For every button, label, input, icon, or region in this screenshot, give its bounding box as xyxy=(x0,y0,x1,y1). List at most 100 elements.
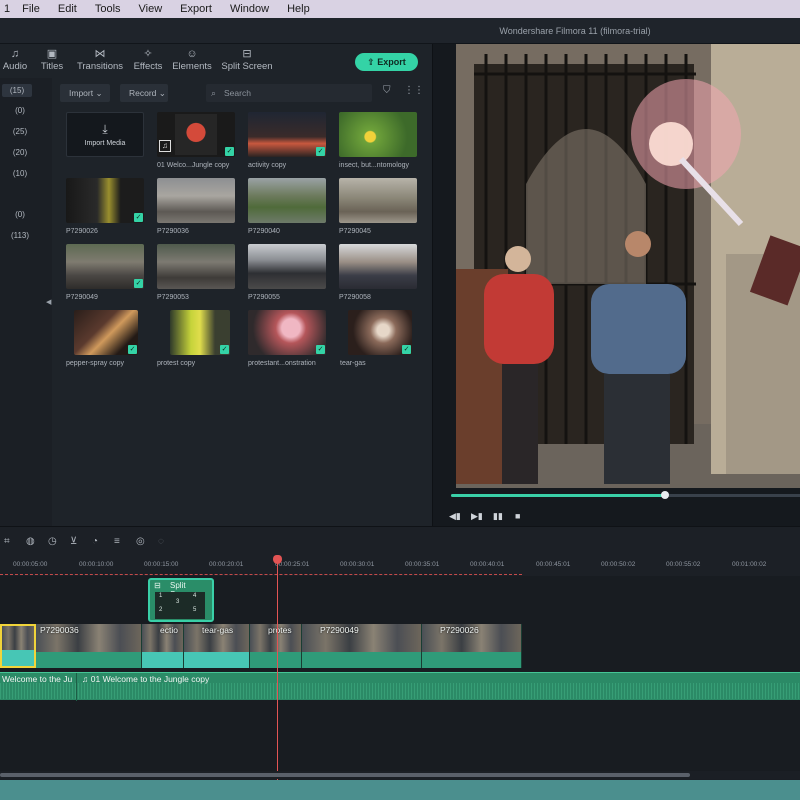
export-button[interactable]: ⇪ Export xyxy=(355,53,418,71)
category-item[interactable]: (20) xyxy=(0,148,40,157)
video-preview[interactable] xyxy=(456,44,800,488)
media-item[interactable]: ✓ protestant...onstration xyxy=(248,310,328,372)
media-item[interactable]: P7290055 xyxy=(248,244,328,306)
media-thumbnail[interactable] xyxy=(248,244,326,289)
media-item[interactable]: P7290036 xyxy=(157,178,237,240)
media-thumbnail[interactable] xyxy=(248,178,326,223)
clip-band xyxy=(250,652,301,668)
menu-item-app[interactable]: 1 xyxy=(4,3,10,15)
playhead-handle[interactable] xyxy=(273,555,282,564)
video-clip[interactable] xyxy=(0,624,36,668)
tab-elements-label: Elements xyxy=(172,61,212,72)
video-clip[interactable]: P7290049 xyxy=(302,624,422,668)
tab-transitions[interactable]: ⋈ Transitions xyxy=(76,47,124,72)
media-thumbnail[interactable] xyxy=(157,244,235,289)
crop-icon[interactable]: ⌗ xyxy=(4,536,10,547)
timeline-horizontal-scrollbar[interactable] xyxy=(0,771,800,779)
pause-icon[interactable]: ▮▮ xyxy=(493,511,503,522)
import-media-tile[interactable]: ⤓ Import Media xyxy=(66,112,146,174)
menu-item-export[interactable]: Export xyxy=(180,3,212,15)
media-item[interactable]: P7290045 xyxy=(339,178,419,240)
menu-item-file[interactable]: File xyxy=(22,3,40,15)
category-item[interactable]: (113) xyxy=(0,231,40,240)
category-item[interactable]: (0) xyxy=(0,210,40,219)
progress-knob[interactable] xyxy=(660,491,669,499)
green-screen-icon[interactable]: ⊻ xyxy=(70,536,77,547)
media-thumbnail[interactable] xyxy=(339,244,417,289)
filter-icon[interactable]: ⛉ xyxy=(383,85,391,96)
speed-icon[interactable]: ◷ xyxy=(48,536,57,547)
media-item[interactable]: ✓ activity copy xyxy=(248,112,328,174)
collapse-sidebar-icon[interactable]: ◀ xyxy=(46,298,51,306)
media-thumbnail[interactable]: ✓ xyxy=(348,310,412,355)
grid-view-icon[interactable]: ⋮⋮ xyxy=(404,85,424,96)
audio-track[interactable]: Welcome to the Ju ♫ 01 Welcome to the Ju… xyxy=(0,672,800,701)
color-icon[interactable]: ◍ xyxy=(26,536,35,547)
media-item[interactable]: ♫ ✓ 01 Welco...Jungle copy xyxy=(157,112,237,174)
video-clip[interactable]: P7290026 xyxy=(422,624,522,668)
split-screen-icon: ⊟ xyxy=(154,581,161,590)
menu-item-edit[interactable]: Edit xyxy=(58,3,77,15)
search-input[interactable]: ⌕ Search xyxy=(206,84,372,102)
playhead-line[interactable] xyxy=(277,556,278,780)
media-item[interactable]: ✓ protest copy xyxy=(157,310,250,372)
media-item[interactable]: P7290053 xyxy=(157,244,237,306)
category-item[interactable]: (15) xyxy=(2,84,32,97)
media-item[interactable]: ✓ tear-gas xyxy=(340,310,428,372)
step-back-icon[interactable]: ◀▮ xyxy=(449,511,461,522)
category-item[interactable]: (10) xyxy=(0,169,40,178)
album-art xyxy=(175,114,217,155)
video-clip[interactable]: tear-gas xyxy=(184,624,250,668)
media-item[interactable]: ✓ P7290049 xyxy=(66,244,146,306)
tab-audio[interactable]: ♫ Audio xyxy=(2,47,28,72)
video-clip[interactable]: ectio xyxy=(142,624,184,668)
time-tick: 00:00:15:00 xyxy=(144,561,179,568)
import-dropdown[interactable]: Import ⌄ xyxy=(60,84,110,102)
media-thumbnail[interactable]: ✓ xyxy=(66,178,144,223)
category-item[interactable]: (0) xyxy=(0,106,40,115)
media-thumbnail[interactable] xyxy=(157,178,235,223)
tab-elements[interactable]: ☺ Elements xyxy=(171,47,213,72)
media-thumbnail[interactable] xyxy=(339,112,417,157)
search-icon: ⌕ xyxy=(211,88,217,98)
menu-item-window[interactable]: Window xyxy=(230,3,269,15)
menu-item-view[interactable]: View xyxy=(139,3,163,15)
import-media-box[interactable]: ⤓ Import Media xyxy=(66,112,144,157)
menu-item-help[interactable]: Help xyxy=(287,3,310,15)
tab-split-screen[interactable]: ⊟ Split Screen xyxy=(220,47,274,72)
scrollbar-thumb[interactable] xyxy=(0,773,690,777)
playback-progress-bar[interactable] xyxy=(451,491,800,499)
media-thumbnail[interactable]: ♫ ✓ xyxy=(157,112,235,157)
media-thumbnail[interactable]: ✓ xyxy=(74,310,138,355)
menu-item-tools[interactable]: Tools xyxy=(95,3,121,15)
record-dropdown[interactable]: Record ⌄ xyxy=(120,84,168,102)
music-note-icon: ♫ xyxy=(82,674,91,684)
play-icon[interactable]: ▶▮ xyxy=(471,511,483,522)
media-item[interactable]: ✓ P7290026 xyxy=(66,178,146,240)
split-screen-clip[interactable]: ⊟ Split Screen 1 3 4 2 5 xyxy=(148,578,214,622)
motion-tracking-icon[interactable]: ◌ xyxy=(158,536,164,547)
video-clip[interactable]: protes xyxy=(250,624,302,668)
tab-effects[interactable]: ✧ Effects xyxy=(132,47,164,72)
timeline-ruler[interactable]: 00:00:05:00 00:00:10:00 00:00:15:00 00:0… xyxy=(0,554,800,576)
media-item[interactable]: P7290058 xyxy=(339,244,419,306)
media-thumbnail[interactable]: ✓ xyxy=(248,310,326,355)
split-cell-number: 1 xyxy=(159,593,163,599)
media-thumbnail[interactable]: ✓ xyxy=(248,112,326,157)
stop-icon[interactable]: ■ xyxy=(515,511,520,521)
tab-titles[interactable]: ▣ Titles xyxy=(38,47,66,72)
audio-adjust-icon[interactable]: ≡ xyxy=(114,536,120,547)
media-thumbnail[interactable]: ✓ xyxy=(66,244,144,289)
media-thumbnail[interactable]: ✓ xyxy=(170,310,230,355)
desktop-background xyxy=(0,780,800,800)
mask-icon[interactable]: ◔ xyxy=(92,536,98,547)
media-item[interactable]: insect, but...ntomology xyxy=(339,112,419,174)
media-thumbnail[interactable] xyxy=(339,178,417,223)
media-item[interactable]: P7290040 xyxy=(248,178,328,240)
stabilize-icon[interactable]: ◎ xyxy=(136,536,145,547)
category-item[interactable]: (25) xyxy=(0,127,40,136)
media-name: P7290053 xyxy=(157,294,189,301)
video-clip[interactable]: P7290036 xyxy=(36,624,142,668)
clip-label: ectio xyxy=(160,625,178,635)
media-item[interactable]: ✓ pepper-spray copy xyxy=(66,310,154,372)
